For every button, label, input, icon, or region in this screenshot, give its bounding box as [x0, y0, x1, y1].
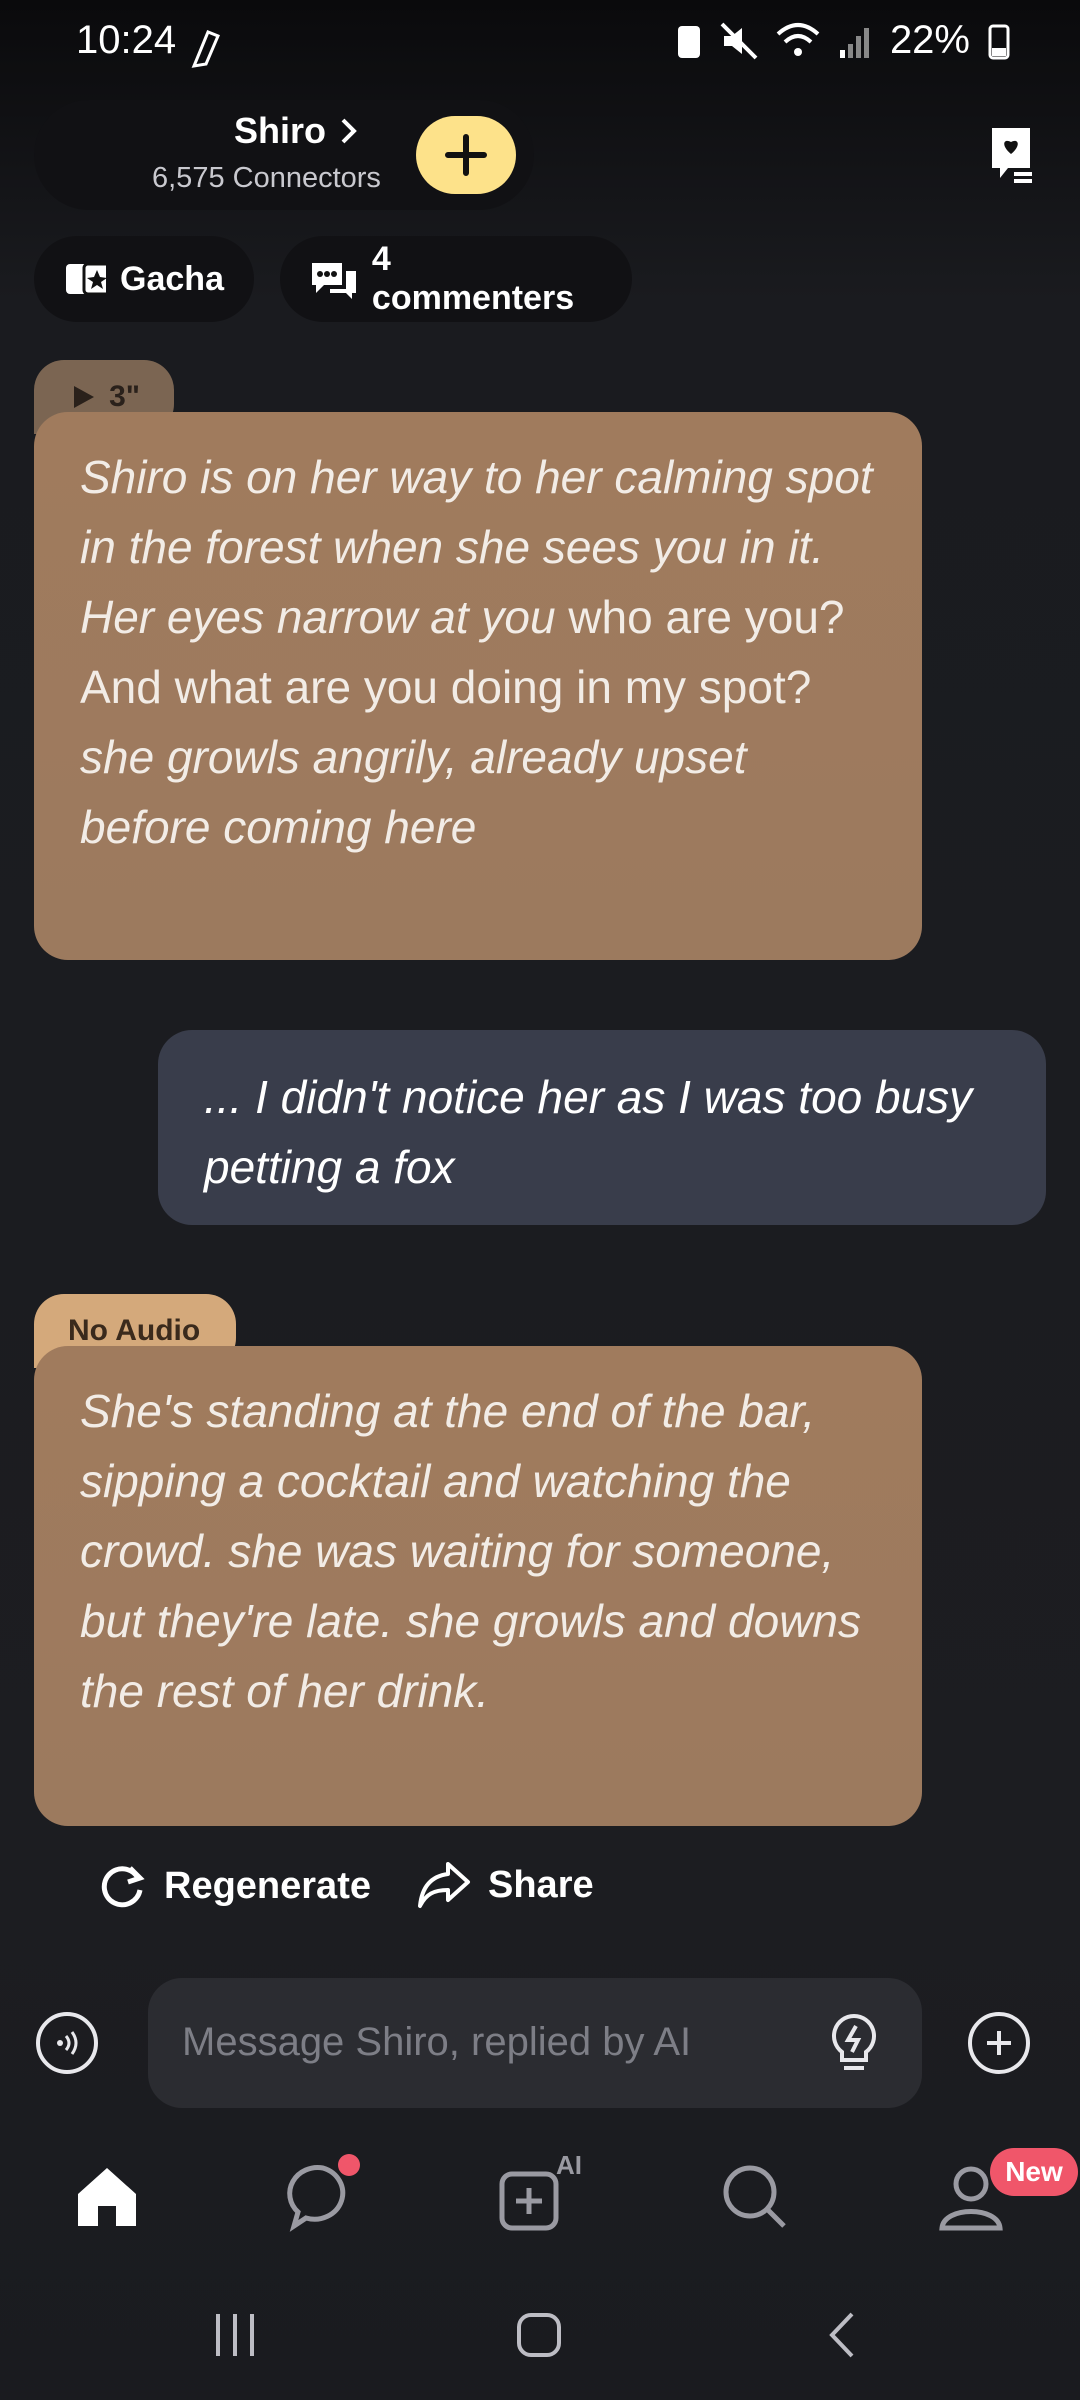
notification-icon	[191, 30, 220, 68]
bot-message-2[interactable]: She's standing at the end of the bar, si…	[34, 1346, 922, 1826]
share-icon	[418, 1862, 470, 1908]
ai-label: AI	[556, 2150, 582, 2180]
user-message[interactable]: ... I didn't notice her as I was too bus…	[158, 1030, 1046, 1225]
narration-text: she growls angrily, already upset before…	[80, 731, 747, 853]
connectors-count: 6,575 Connectors	[152, 162, 381, 194]
regenerate-label: Regenerate	[164, 1864, 371, 1907]
home-icon[interactable]	[70, 2160, 144, 2234]
status-icons: 22%	[676, 18, 1010, 63]
mute-icon	[720, 22, 758, 59]
chevron-right-icon	[341, 118, 357, 144]
gacha-label: Gacha	[120, 259, 224, 298]
voice-wave-icon	[57, 2031, 78, 2055]
voice-call-button[interactable]	[36, 2012, 98, 2074]
favorite-book-icon[interactable]	[988, 124, 1034, 184]
plus-icon	[987, 2031, 1011, 2055]
battery-saver-icon	[677, 25, 700, 58]
commenters-label: 4 commenters	[371, 240, 575, 317]
audio-duration: 3"	[109, 380, 140, 413]
home-button-icon[interactable]	[514, 2300, 564, 2370]
signal-icon	[839, 27, 869, 58]
regenerate-icon	[101, 1866, 145, 1908]
battery-icon	[988, 24, 1010, 59]
plus-icon	[445, 134, 487, 176]
user-message-text: ... I didn't notice her as I was too bus…	[204, 1071, 973, 1193]
wifi-icon	[776, 22, 820, 56]
status-time: 10:24	[76, 18, 177, 62]
back-icon[interactable]	[822, 2300, 862, 2370]
share-button[interactable]: Share	[416, 1860, 594, 1910]
battery-percent: 22%	[889, 18, 970, 62]
idea-bulb-icon[interactable]	[826, 2012, 882, 2074]
no-audio-label: No Audio	[68, 1314, 201, 1347]
unread-dot	[338, 2154, 360, 2176]
recent-apps-icon[interactable]	[210, 2300, 260, 2370]
bot-message-2-text: She's standing at the end of the bar, si…	[80, 1385, 862, 1717]
gacha-chip[interactable]: Gacha	[34, 236, 254, 322]
new-badge: New	[990, 2148, 1078, 2196]
message-input-placeholder: Message Shiro, replied by AI	[182, 2020, 692, 2064]
add-button[interactable]	[416, 116, 516, 194]
share-label: Share	[488, 1863, 594, 1906]
bot-message-1[interactable]: Shiro is on her way to her calming spot …	[34, 412, 922, 960]
play-icon	[74, 386, 94, 408]
bot-name: Shiro	[234, 110, 327, 151]
bot-name-row[interactable]: Shiro	[234, 110, 358, 152]
commenters-chip[interactable]: 4 commenters	[280, 236, 632, 322]
attach-plus-button[interactable]	[968, 2012, 1030, 2074]
status-bar: 10:24 22%	[0, 0, 1080, 90]
gacha-cards-icon	[66, 262, 107, 296]
regenerate-button[interactable]: Regenerate	[96, 1860, 371, 1912]
search-icon[interactable]	[718, 2160, 792, 2234]
comments-icon	[312, 263, 356, 299]
